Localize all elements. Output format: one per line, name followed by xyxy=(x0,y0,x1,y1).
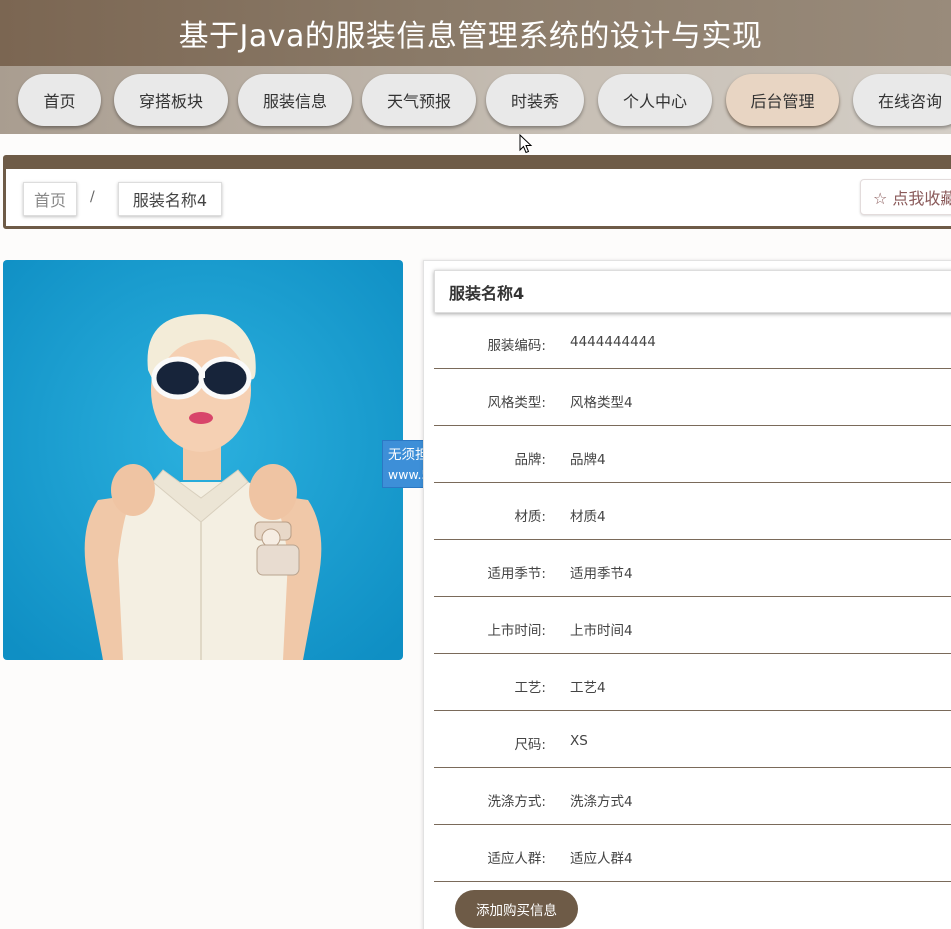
breadcrumb-separator: / xyxy=(90,189,95,205)
main-nav: 首页 穿搭板块 服装信息 天气预报 时装秀 个人中心 后台管理 在线咨询 xyxy=(0,66,951,134)
detail-value: 材质4 xyxy=(570,509,606,525)
detail-value: 上市时间4 xyxy=(570,623,633,639)
detail-row: 工艺: 工艺4 xyxy=(434,654,951,711)
site-title: 基于Java的服装信息管理系统的设计与实现 xyxy=(178,19,763,54)
nav-admin[interactable]: 后台管理 xyxy=(726,74,839,126)
detail-row: 尺码: XS xyxy=(434,711,951,768)
nav-home[interactable]: 首页 xyxy=(18,74,101,126)
breadcrumb-current: 服装名称4 xyxy=(118,182,222,216)
product-image xyxy=(3,260,403,660)
nav-outfits[interactable]: 穿搭板块 xyxy=(114,74,228,126)
nav-clothing-info[interactable]: 服装信息 xyxy=(238,74,352,126)
detail-value: 风格类型4 xyxy=(570,395,633,411)
detail-label: 品牌: xyxy=(514,452,546,468)
product-detail-panel: 服装名称4 服装编码: 4444444444 风格类型: 风格类型4 品牌: 品… xyxy=(423,260,951,929)
detail-label: 上市时间: xyxy=(487,623,546,639)
detail-row: 适应人群: 适应人群4 xyxy=(434,825,951,882)
detail-label: 洗涤方式: xyxy=(487,794,546,810)
detail-row: 上市时间: 上市时间4 xyxy=(434,597,951,654)
detail-label: 服装编码: xyxy=(487,338,546,354)
product-title: 服装名称4 xyxy=(434,270,951,313)
add-purchase-button[interactable]: 添加购买信息 xyxy=(455,890,578,928)
detail-value: 适应人群4 xyxy=(570,851,633,867)
detail-label: 尺码: xyxy=(514,737,546,753)
nav-fashion-show[interactable]: 时装秀 xyxy=(486,74,584,126)
product-photo-illustration xyxy=(3,260,403,660)
detail-label: 风格类型: xyxy=(487,395,546,411)
breadcrumb-bar: 首页 / 服装名称4 ☆ 点我收藏 xyxy=(3,155,951,229)
mouse-cursor-icon xyxy=(519,134,533,154)
breadcrumb-home[interactable]: 首页 xyxy=(23,182,78,216)
detail-value: 适用季节4 xyxy=(570,566,633,582)
detail-row: 材质: 材质4 xyxy=(434,483,951,540)
detail-row: 品牌: 品牌4 xyxy=(434,426,951,483)
detail-label: 工艺: xyxy=(514,680,546,696)
detail-row: 洗涤方式: 洗涤方式4 xyxy=(434,768,951,825)
detail-value: XS xyxy=(570,733,588,749)
detail-row: 风格类型: 风格类型4 xyxy=(434,369,951,426)
nav-weather[interactable]: 天气预报 xyxy=(362,74,476,126)
detail-value: 洗涤方式4 xyxy=(570,794,633,810)
nav-online-consult[interactable]: 在线咨询 xyxy=(853,74,951,126)
detail-value: 4444444444 xyxy=(570,334,656,350)
detail-row: 服装编码: 4444444444 xyxy=(434,312,951,369)
nav-personal-center[interactable]: 个人中心 xyxy=(598,74,712,126)
site-header: 基于Java的服装信息管理系统的设计与实现 xyxy=(0,0,951,66)
detail-row: 适用季节: 适用季节4 xyxy=(434,540,951,597)
detail-label: 适用季节: xyxy=(487,566,546,582)
detail-label: 适应人群: xyxy=(487,851,546,867)
detail-value: 工艺4 xyxy=(570,680,606,696)
favorite-button[interactable]: ☆ 点我收藏 xyxy=(860,179,951,215)
detail-label: 材质: xyxy=(514,509,546,525)
detail-value: 品牌4 xyxy=(570,452,606,468)
